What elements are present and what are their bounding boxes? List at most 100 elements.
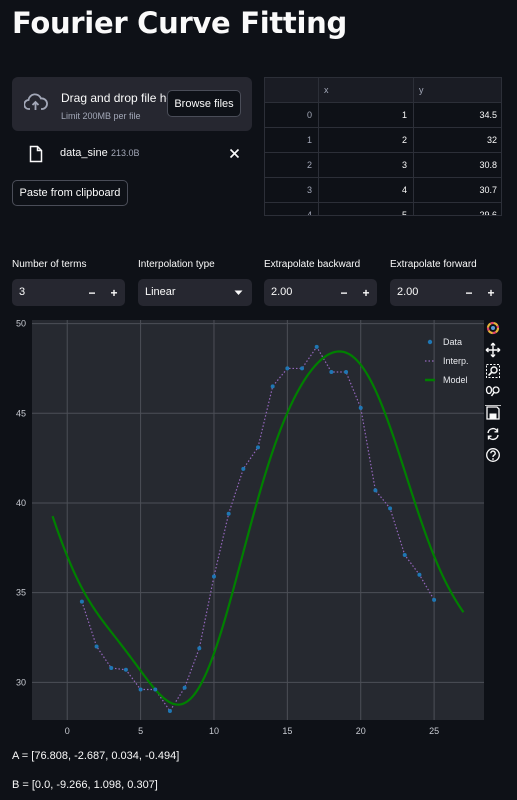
extrap-back-input[interactable]: 2.00 − + — [264, 279, 377, 306]
data-point — [329, 370, 334, 375]
x-tick-label: 10 — [209, 726, 219, 736]
decrement-button[interactable]: − — [458, 279, 480, 306]
extrap-fwd-label: Extrapolate forward — [390, 259, 477, 270]
x-tick-label: 5 — [138, 726, 143, 736]
data-point — [402, 552, 407, 557]
plot-logo-icon[interactable] — [485, 320, 501, 336]
data-point — [388, 506, 393, 511]
x-tick-label: 15 — [282, 726, 292, 736]
increment-button[interactable]: + — [480, 279, 502, 306]
data-point — [344, 370, 349, 375]
interp-label: Interpolation type — [138, 259, 215, 270]
reset-icon[interactable] — [485, 426, 501, 442]
increment-button[interactable]: + — [355, 279, 377, 306]
increment-button[interactable]: + — [103, 279, 125, 306]
data-point — [226, 511, 231, 516]
data-point — [167, 709, 172, 714]
pan-icon[interactable] — [485, 342, 501, 358]
data-point — [211, 574, 216, 579]
uploaded-file: data_sine 213.0B — [12, 140, 252, 168]
plot-area[interactable] — [32, 320, 484, 720]
table-row[interactable]: 2 3 30.8 — [265, 153, 501, 178]
browse-files-button[interactable]: Browse files — [167, 90, 241, 117]
data-point — [94, 644, 99, 649]
row-index: 3 — [265, 178, 319, 203]
data-point — [182, 685, 187, 690]
y-tick-label: 40 — [16, 498, 26, 508]
page-title: Fourier Curve Fitting — [12, 6, 347, 40]
paste-clipboard-button[interactable]: Paste from clipboard — [12, 180, 128, 206]
legend-label[interactable]: Model — [443, 375, 468, 385]
x-tick-label: 0 — [65, 726, 70, 736]
legend-label[interactable]: Data — [443, 337, 462, 347]
help-icon[interactable] — [485, 447, 501, 463]
chevron-down-icon — [234, 290, 243, 295]
cell-x[interactable]: 1 — [319, 103, 414, 128]
terms-number-input[interactable]: 3 − + — [12, 279, 125, 306]
row-index: 2 — [265, 153, 319, 178]
data-point — [123, 667, 128, 672]
decrement-button[interactable]: − — [81, 279, 103, 306]
cell-y[interactable]: 29.6 — [414, 203, 501, 215]
data-point — [153, 687, 158, 692]
legend-data-marker — [427, 339, 433, 345]
file-icon — [29, 145, 43, 163]
dropzone-limit: Limit 200MB per file — [61, 111, 141, 121]
y-tick-label: 45 — [16, 408, 26, 418]
coefficients-b: B = [0.0, -9.266, 1.098, 0.307] — [12, 779, 158, 791]
cell-y[interactable]: 30.8 — [414, 153, 501, 178]
data-point — [417, 572, 422, 577]
x-tick-label: 25 — [429, 726, 439, 736]
terms-value: 3 — [19, 286, 26, 298]
row-index: 1 — [265, 128, 319, 153]
row-index: 4 — [265, 203, 319, 215]
data-point — [241, 466, 246, 471]
terms-label: Number of terms — [12, 259, 87, 270]
decrement-button[interactable]: − — [333, 279, 355, 306]
data-point — [373, 488, 378, 493]
cell-x[interactable]: 2 — [319, 128, 414, 153]
data-point — [197, 646, 202, 651]
coefficients-a: A = [76.808, -2.687, 0.034, -0.494] — [12, 750, 180, 762]
dropzone-instructions: Drag and drop file here — [61, 91, 184, 105]
wheel-zoom-icon[interactable] — [485, 384, 501, 400]
close-icon[interactable] — [229, 148, 240, 159]
cell-x[interactable]: 4 — [319, 178, 414, 203]
cell-x[interactable]: 5 — [319, 203, 414, 215]
data-point — [138, 687, 143, 692]
interp-value: Linear — [145, 286, 176, 298]
y-tick-label: 30 — [16, 677, 26, 687]
file-size: 213.0B — [111, 148, 140, 158]
data-table[interactable]: x y 0 1 34.5 1 2 32 2 3 30.8 3 4 30.7 4 … — [264, 77, 502, 216]
cell-y[interactable]: 30.7 — [414, 178, 501, 203]
header-index — [265, 78, 319, 103]
legend-label[interactable]: Interp. — [443, 356, 469, 366]
box-zoom-icon[interactable] — [485, 363, 501, 379]
table-row[interactable]: 1 2 32 — [265, 128, 501, 153]
cell-y[interactable]: 34.5 — [414, 103, 501, 128]
table-header: x y — [265, 78, 501, 103]
file-dropzone[interactable]: Drag and drop file here Limit 200MB per … — [12, 77, 252, 131]
cloud-upload-icon — [24, 93, 48, 110]
data-point — [314, 344, 319, 349]
table-row[interactable]: 3 4 30.7 — [265, 178, 501, 203]
data-point — [358, 405, 363, 410]
extrap-fwd-input[interactable]: 2.00 − + — [390, 279, 502, 306]
data-point — [79, 599, 84, 604]
save-icon[interactable] — [485, 405, 501, 421]
data-point — [270, 384, 275, 389]
header-y[interactable]: y — [414, 78, 501, 103]
row-index: 0 — [265, 103, 319, 128]
x-tick-label: 20 — [356, 726, 366, 736]
table-row[interactable]: 4 5 29.6 — [265, 203, 501, 215]
y-tick-label: 35 — [16, 588, 26, 598]
interp-select[interactable]: Linear — [138, 279, 252, 306]
extrap-back-label: Extrapolate backward — [264, 259, 361, 270]
table-row[interactable]: 0 1 34.5 — [265, 103, 501, 128]
header-x[interactable]: x — [319, 78, 414, 103]
fourier-chart[interactable]: 0 5 10 15 20 25 30 35 40 45 50 Data Interp. Model — [12, 318, 502, 740]
data-point — [256, 445, 260, 450]
cell-x[interactable]: 3 — [319, 153, 414, 178]
data-point — [285, 366, 290, 371]
cell-y[interactable]: 32 — [414, 128, 501, 153]
